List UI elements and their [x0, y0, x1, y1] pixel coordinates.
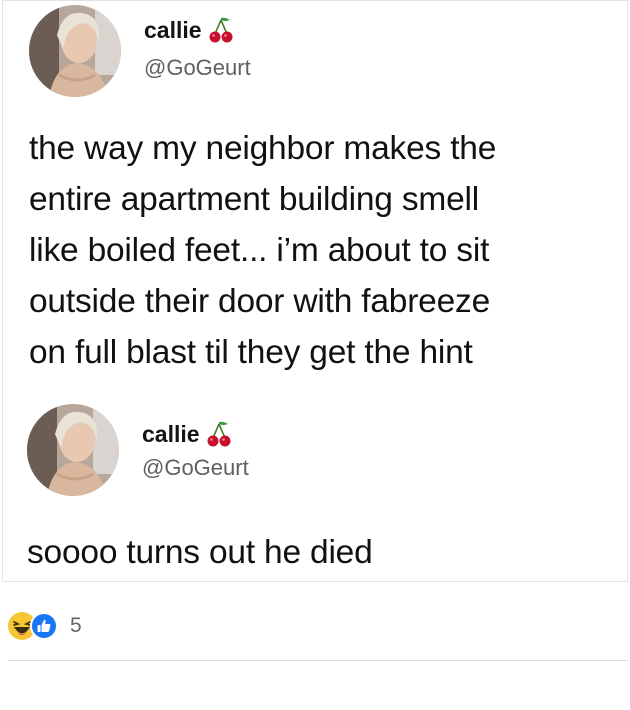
tweet-text-line: the way my neighbor makes the	[29, 130, 497, 167]
author-name[interactable]: callie	[144, 17, 202, 44]
avatar[interactable]	[27, 404, 119, 496]
author-name[interactable]: callie	[142, 421, 200, 448]
cherry-icon	[206, 15, 236, 45]
avatar[interactable]	[29, 5, 121, 97]
divider	[8, 660, 628, 661]
tweet-text-line: entire apartment building smell	[29, 181, 480, 218]
like-icon	[30, 612, 58, 640]
reaction-count[interactable]: 5	[70, 614, 82, 638]
author-row: callie	[144, 15, 236, 45]
tweet-text-line: soooo turns out he died	[27, 534, 373, 571]
tweet-text-line: outside their door with fabreeze	[29, 283, 491, 320]
author-row: callie	[142, 419, 234, 449]
tweet-text-line: on full blast til they get the hint	[29, 334, 473, 371]
tweet-text: soooo turns out he died	[27, 527, 627, 578]
tweet-text: the way my neighbor makes the entire apa…	[29, 123, 629, 378]
reactions-row[interactable]: 5	[8, 612, 82, 640]
author-handle[interactable]: @GoGeurt	[142, 455, 249, 481]
avatar-photo	[27, 404, 119, 496]
post-card: callie @GoGeurt the way my neighbor make…	[2, 0, 628, 582]
tweet-text-line: like boiled feet... i’m about to sit	[29, 232, 490, 269]
cherry-icon	[204, 419, 234, 449]
avatar-photo	[29, 5, 121, 97]
author-handle[interactable]: @GoGeurt	[144, 55, 251, 81]
